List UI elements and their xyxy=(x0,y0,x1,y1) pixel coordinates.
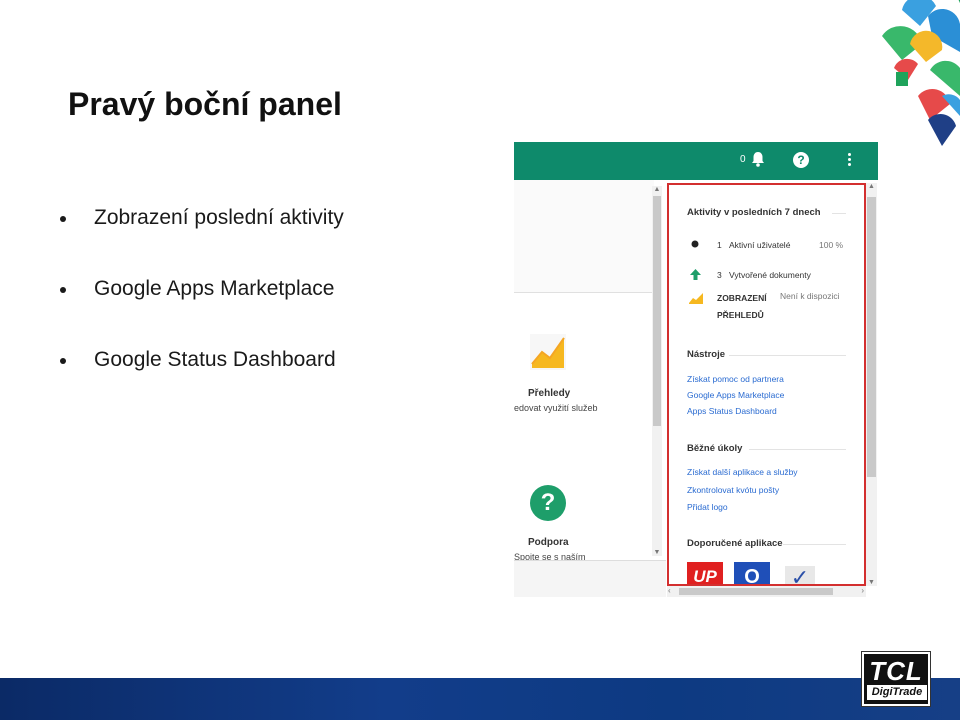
help-icon[interactable]: ? xyxy=(793,152,809,168)
left-pane-header xyxy=(514,180,654,293)
tools-link-status-dashboard[interactable]: Apps Status Dashboard xyxy=(687,406,777,416)
bullet-item: Zobrazení poslední aktivity xyxy=(60,200,344,271)
bullet-text: Zobrazení poslední aktivity xyxy=(94,206,344,229)
tools-link-partner-help[interactable]: Získat pomoc od partnera xyxy=(687,374,784,384)
activity-count: 1 xyxy=(717,240,722,250)
section-divider xyxy=(832,213,846,214)
activity-count: 3 xyxy=(717,270,722,280)
scrollbar-thumb[interactable] xyxy=(679,588,833,595)
tasks-link-apps[interactable]: Získat další aplikace a služby xyxy=(687,467,798,477)
reports-description: edovat využití služeb xyxy=(514,403,598,413)
scroll-up-icon[interactable]: ▲ xyxy=(652,186,662,193)
horizontal-scrollbar[interactable]: ‹ › xyxy=(667,586,866,597)
activity-section-title: Aktivity v posledních 7 dnech xyxy=(687,207,821,218)
right-side-panel: Aktivity v posledních 7 dnech 1 Aktivní … xyxy=(667,183,866,586)
section-divider xyxy=(783,544,846,545)
tasks-link-logo[interactable]: Přidat logo xyxy=(687,502,728,512)
admin-topbar: 0 ? xyxy=(514,142,878,180)
tools-section-title: Nástroje xyxy=(687,349,726,360)
left-pane: Přehledy edovat využití služeb ? Podpora… xyxy=(514,180,664,562)
apps-section-title: Doporučené aplikace xyxy=(687,538,783,549)
tools-link-marketplace[interactable]: Google Apps Marketplace xyxy=(687,390,784,400)
scroll-right-icon[interactable]: › xyxy=(861,586,864,595)
scroll-up-icon[interactable]: ▲ xyxy=(866,183,877,190)
bullet-dot-icon xyxy=(60,216,66,222)
support-label[interactable]: Podpora xyxy=(528,537,569,548)
o-app-icon[interactable]: O xyxy=(734,562,770,584)
bullet-dot-icon xyxy=(60,287,66,293)
scrollbar-thumb[interactable] xyxy=(653,196,661,426)
bullet-item: Google Apps Marketplace xyxy=(60,271,344,342)
bullet-list: Zobrazení poslední aktivity Google Apps … xyxy=(60,200,344,413)
section-divider xyxy=(749,449,846,450)
tasks-link-quota[interactable]: Zkontrolovat kvótu pošty xyxy=(687,485,779,495)
reports-label[interactable]: Přehledy xyxy=(528,388,570,399)
more-menu-icon[interactable] xyxy=(848,153,851,168)
decorative-pattern xyxy=(882,0,960,146)
logo-text: TCL xyxy=(869,656,923,686)
footer-bar xyxy=(0,678,960,720)
reports-mini-icon xyxy=(689,293,703,304)
right-vertical-scrollbar[interactable]: ▲ ▼ xyxy=(866,183,877,586)
up-app-icon[interactable]: UP xyxy=(687,562,723,584)
circle-icon xyxy=(691,240,699,248)
reports-status: Není k dispozici xyxy=(780,291,840,301)
scroll-down-icon[interactable]: ▼ xyxy=(866,579,877,586)
tcl-digitrade-logo: TCL DigiTrade xyxy=(862,652,930,706)
bullet-text: Google Apps Marketplace xyxy=(94,277,335,300)
activity-label: Aktivní uživatelé xyxy=(729,240,791,250)
bullet-item: Google Status Dashboard xyxy=(60,342,344,413)
support-question-icon[interactable]: ? xyxy=(530,485,566,521)
logo-subtext: DigiTrade xyxy=(867,685,927,700)
admin-console-screenshot: 0 ? Přehledy edovat využití služeb ? Pod… xyxy=(514,142,878,597)
left-bottom-strip xyxy=(514,560,666,597)
left-vertical-scrollbar[interactable]: ▲ ▼ xyxy=(652,186,662,556)
section-divider xyxy=(729,355,846,356)
tasks-section-title: Běžné úkoly xyxy=(687,443,743,454)
check-app-icon[interactable]: ✓ xyxy=(785,566,815,584)
bullet-text: Google Status Dashboard xyxy=(94,348,336,371)
scroll-left-icon[interactable]: ‹ xyxy=(668,586,671,595)
activity-label: Vytvořené dokumenty xyxy=(729,270,811,280)
bell-icon[interactable] xyxy=(751,151,765,167)
scroll-down-icon[interactable]: ▼ xyxy=(652,549,662,556)
reports-chart-icon[interactable] xyxy=(530,334,566,370)
scrollbar-thumb[interactable] xyxy=(867,197,876,477)
reports-link-line1[interactable]: ZOBRAZENÍ xyxy=(717,293,767,303)
reports-link-line2[interactable]: PŘEHLEDŮ xyxy=(717,310,764,320)
activity-value: 100 % xyxy=(819,240,844,250)
arrow-up-icon xyxy=(690,269,701,280)
slide-title: Pravý boční panel xyxy=(68,86,342,122)
bullet-dot-icon xyxy=(60,358,66,364)
notification-count: 0 xyxy=(740,154,746,165)
